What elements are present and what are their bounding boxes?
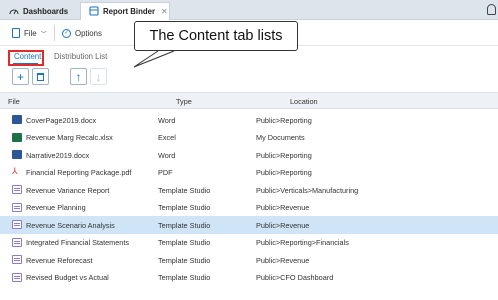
- file-table: CoverPage2019.docx Word Public>Reporting…: [0, 111, 498, 286]
- column-header-file[interactable]: File: [8, 97, 20, 106]
- file-location: Public>Revenue: [256, 220, 310, 230]
- file-location: Public>Reporting: [256, 168, 312, 177]
- binder-icon: [89, 5, 99, 18]
- file-type: Word: [158, 150, 176, 160]
- toolbar-divider: [54, 25, 55, 41]
- table-row[interactable]: CoverPage2019.docx Word Public>Reporting: [0, 111, 498, 129]
- dashboard-icon: [9, 6, 19, 17]
- tab-dashboards[interactable]: Dashboards: [6, 2, 74, 20]
- file-menu-label: File: [24, 28, 37, 38]
- file-location: Public>Revenue: [256, 255, 310, 265]
- tab-report-binder-label: Report Binder: [103, 7, 155, 16]
- file-name: Narrative2019.docx: [26, 150, 90, 160]
- chevron-down-icon: ﹀: [40, 31, 47, 38]
- trash-icon: [37, 72, 44, 81]
- word-file-icon: [12, 115, 22, 124]
- file-name: Revenue Marg Recalc.xlsx: [26, 133, 113, 142]
- template-studio-icon: [12, 185, 22, 194]
- file-name: CoverPage2019.docx: [26, 115, 97, 125]
- options-button[interactable]: ✓ Options: [62, 26, 102, 40]
- file-type: Template Studio: [158, 238, 211, 247]
- template-studio-icon: [12, 272, 22, 282]
- file-name: Revenue Variance Report: [26, 185, 110, 195]
- template-studio-icon: [12, 237, 22, 247]
- excel-file-icon: [12, 132, 22, 142]
- file-type: PDF: [158, 168, 173, 177]
- template-studio-icon: [12, 220, 22, 229]
- table-row-selected[interactable]: Revenue Scenario Analysis Template Studi…: [0, 216, 498, 234]
- column-header-location[interactable]: Location: [290, 97, 318, 106]
- file-location: Public>Reporting: [256, 115, 312, 125]
- table-row[interactable]: ⅄ Financial Reporting Package.pdf PDF Pu…: [0, 164, 498, 182]
- file-location: Public>Verticals>Manufacturing: [256, 185, 359, 195]
- tab-dashboards-label: Dashboards: [23, 6, 69, 16]
- file-type: Template Studio: [158, 185, 211, 195]
- file-menu-button[interactable]: File ﹀: [12, 26, 47, 40]
- table-header: File Type Location: [0, 92, 498, 109]
- file-location: Public>CFO Dashboard: [256, 273, 334, 282]
- file-location: Public>Reporting: [256, 150, 312, 160]
- file-type: Template Studio: [158, 273, 211, 282]
- file-type: Template Studio: [158, 220, 211, 230]
- file-name: Revenue Scenario Analysis: [26, 220, 115, 230]
- tab-report-binder[interactable]: Report Binder ✕: [80, 2, 170, 20]
- table-row[interactable]: Revenue Planning Template Studio Public>…: [0, 199, 498, 217]
- file-name: Revenue Planning: [26, 203, 86, 212]
- file-location: Public>Reporting>Financials: [256, 238, 349, 247]
- move-up-button[interactable]: ↑: [70, 68, 87, 85]
- options-label: Options: [75, 28, 102, 38]
- pdf-file-icon: ⅄: [12, 165, 18, 176]
- add-button[interactable]: +: [12, 68, 29, 85]
- table-row[interactable]: Integrated Financial Statements Template…: [0, 234, 498, 252]
- file-name: Integrated Financial Statements: [26, 238, 130, 247]
- notification-bell-icon[interactable]: [487, 4, 496, 15]
- file-name: Financial Reporting Package.pdf: [26, 168, 132, 177]
- callout-text: The Content tab lists: [134, 21, 298, 51]
- file-type: Template Studio: [158, 255, 211, 265]
- tab-distribution-list[interactable]: Distribution List: [54, 52, 107, 61]
- template-studio-icon: [12, 255, 22, 264]
- template-studio-icon: [12, 202, 22, 212]
- file-location: Public>Revenue: [256, 203, 310, 212]
- table-row[interactable]: Revenue Variance Report Template Studio …: [0, 181, 498, 199]
- callout-annotation: The Content tab lists: [128, 21, 304, 73]
- column-header-type[interactable]: Type: [176, 97, 192, 106]
- arrow-down-icon: ↓: [95, 69, 102, 84]
- document-icon: [12, 28, 20, 38]
- content-tab-highlight: [8, 50, 44, 66]
- close-icon[interactable]: ✕: [161, 7, 168, 16]
- delete-button[interactable]: [32, 68, 49, 85]
- table-row[interactable]: Revised Budget vs Actual Template Studio…: [0, 269, 498, 287]
- table-row[interactable]: Revenue Marg Recalc.xlsx Excel My Docume…: [0, 129, 498, 147]
- file-name: Revised Budget vs Actual: [26, 273, 109, 282]
- arrow-up-icon: ↑: [75, 69, 82, 84]
- plus-icon: +: [16, 69, 24, 84]
- file-type: Word: [158, 115, 176, 125]
- file-location: My Documents: [256, 133, 305, 142]
- table-row[interactable]: Narrative2019.docx Word Public>Reporting: [0, 146, 498, 164]
- move-down-button[interactable]: ↓: [90, 68, 107, 85]
- word-file-icon: [12, 150, 22, 159]
- app-tab-bar: Dashboards Report Binder ✕: [0, 0, 498, 20]
- check-circle-icon: ✓: [62, 28, 71, 38]
- file-type: Excel: [158, 133, 176, 142]
- file-name: Revenue Reforecast: [26, 255, 93, 265]
- table-row[interactable]: Revenue Reforecast Template Studio Publi…: [0, 251, 498, 269]
- file-type: Template Studio: [158, 203, 211, 212]
